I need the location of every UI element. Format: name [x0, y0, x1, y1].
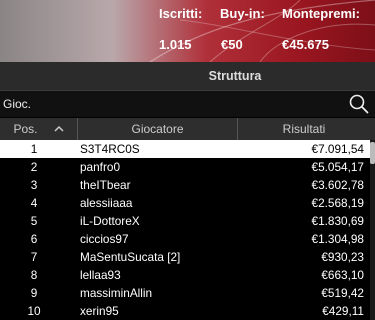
search-bar[interactable]: Gioc. [0, 90, 375, 117]
row-pos: 2 [30, 160, 38, 174]
results-table: 1 S3T4RC0S €7.091,54 2 panfro0 €5.054,17… [0, 140, 370, 320]
row-result: €1.304,98 [311, 232, 364, 246]
chevron-up-icon[interactable] [53, 124, 64, 135]
row-pos: 1 [30, 142, 38, 156]
row-result: €3.602,78 [311, 178, 364, 192]
search-icon[interactable] [349, 94, 369, 119]
scrollbar[interactable] [370, 140, 375, 320]
column-header-player-label: Giocatore [131, 122, 184, 136]
montepremi-label: Montepremi: [282, 6, 360, 21]
column-header-pos[interactable]: Pos. [0, 118, 78, 140]
column-header-player[interactable]: Giocatore [78, 118, 238, 140]
row-pos: 6 [30, 232, 38, 246]
tournament-banner: Iscritti: 1.015 Buy-in: €50 Montepremi: … [0, 0, 375, 62]
row-player: MaSentuSucata [2] [80, 250, 181, 264]
row-player: panfro0 [80, 160, 121, 174]
montepremi-value: €45.675 [282, 37, 329, 52]
row-pos: 10 [27, 304, 41, 318]
row-result: €519,42 [321, 286, 364, 300]
table-header: Pos. Giocatore Risultati [0, 118, 375, 140]
scrollbar-thumb[interactable] [370, 142, 375, 164]
row-result: €1.830,69 [311, 214, 364, 228]
row-pos: 7 [30, 250, 38, 264]
table-row[interactable]: 8 lellaa93 €663,10 [0, 266, 370, 284]
column-header-result[interactable]: Risultati [238, 118, 370, 140]
table-row[interactable]: 5 iL-DottoreX €1.830,69 [0, 212, 370, 230]
table-row[interactable]: 9 massiminAllin €519,42 [0, 284, 370, 302]
row-player: massiminAllin [80, 286, 153, 300]
buyin-label: Buy-in: [220, 6, 265, 21]
table-row[interactable]: 1 S3T4RC0S €7.091,54 [0, 140, 370, 158]
row-pos: 5 [30, 214, 38, 228]
table-row[interactable]: 10 xerin95 €429,11 [0, 302, 370, 320]
row-player: S3T4RC0S [80, 142, 140, 156]
row-result: €930,23 [321, 250, 364, 264]
row-player: alessiiaaa [80, 196, 133, 210]
section-title: Struttura [0, 62, 375, 90]
row-result: €5.054,17 [311, 160, 364, 174]
column-header-result-label: Risultati [282, 122, 326, 136]
row-player: xerin95 [80, 304, 119, 318]
row-player: lellaa93 [80, 268, 121, 282]
section-title-label: Struttura [208, 69, 262, 83]
row-player: theITbear [80, 178, 131, 192]
row-result: €2.568,19 [311, 196, 364, 210]
table-row[interactable]: 7 MaSentuSucata [2] €930,23 [0, 248, 370, 266]
row-pos: 4 [30, 196, 38, 210]
row-pos: 9 [30, 286, 38, 300]
row-pos: 8 [30, 268, 38, 282]
table-row[interactable]: 3 theITbear €3.602,78 [0, 176, 370, 194]
row-result: €663,10 [321, 268, 364, 282]
column-header-pos-label: Pos. [13, 122, 38, 136]
search-label: Gioc. [3, 97, 32, 111]
row-player: ciccios97 [80, 232, 129, 246]
table-row[interactable]: 6 ciccios97 €1.304,98 [0, 230, 370, 248]
iscritti-value: 1.015 [159, 37, 192, 52]
row-result: €7.091,54 [311, 142, 364, 156]
row-player: iL-DottoreX [80, 214, 140, 228]
row-pos: 3 [30, 178, 38, 192]
iscritti-label: Iscritti: [159, 6, 203, 21]
buyin-value: €50 [221, 37, 243, 52]
table-row[interactable]: 4 alessiiaaa €2.568,19 [0, 194, 370, 212]
table-row[interactable]: 2 panfro0 €5.054,17 [0, 158, 370, 176]
row-result: €429,11 [322, 304, 364, 318]
